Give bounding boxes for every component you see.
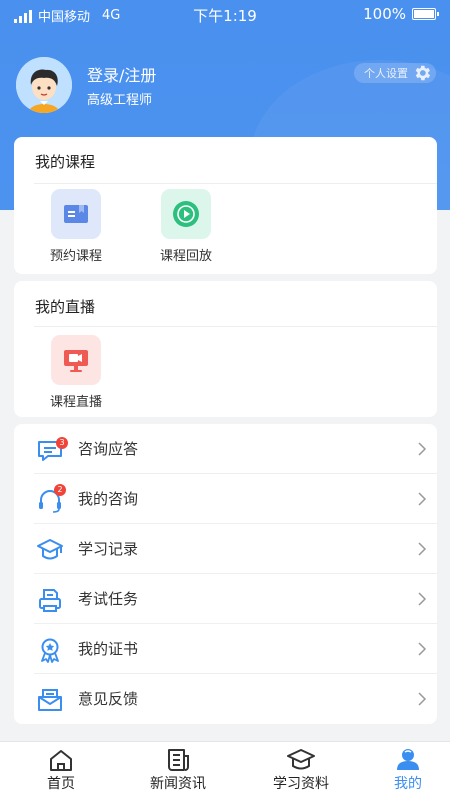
tab-news[interactable]: 新闻资讯 xyxy=(122,742,234,800)
menu-item-study-records[interactable]: 学习记录 xyxy=(14,524,437,574)
menu-label: 咨询应答 xyxy=(78,440,139,458)
bottom-tab-bar: 首页 新闻资讯 学习资料 我的 xyxy=(0,741,450,800)
user-icon xyxy=(397,749,419,770)
chevron-right-icon xyxy=(418,692,427,706)
unread-badge: 3 xyxy=(56,437,68,449)
chevron-right-icon xyxy=(418,442,427,456)
chevron-right-icon xyxy=(418,592,427,606)
graduation-cap-icon xyxy=(287,749,315,770)
menu-item-my-certificates[interactable]: 我的证书 xyxy=(14,624,437,674)
tab-label: 新闻资讯 xyxy=(150,776,206,792)
personal-settings-button[interactable]: 个人设置 xyxy=(354,63,436,83)
printer-icon xyxy=(39,589,61,612)
chevron-right-icon xyxy=(418,642,427,656)
divider xyxy=(34,326,437,327)
menu-label: 考试任务 xyxy=(78,590,139,608)
tab-label: 学习资料 xyxy=(273,776,329,792)
certificate-icon xyxy=(41,638,59,663)
card-title-courses: 我的课程 xyxy=(35,153,96,171)
menu-item-consult-answers[interactable]: 3 咨询应答 xyxy=(14,424,437,474)
menu-item-my-consultation[interactable]: 2 我的咨询 xyxy=(14,474,437,524)
user-title: 高级工程师 xyxy=(87,93,153,108)
tile-label: 预约课程 xyxy=(49,249,102,264)
menu-label: 我的咨询 xyxy=(78,490,139,508)
tab-label: 我的 xyxy=(394,776,422,792)
graduation-cap-icon xyxy=(37,539,63,560)
menu-item-exam-tasks[interactable]: 考试任务 xyxy=(14,574,437,624)
menu-label: 学习记录 xyxy=(78,540,139,558)
chevron-right-icon xyxy=(418,542,427,556)
mail-icon xyxy=(38,689,62,711)
tab-home[interactable]: 首页 xyxy=(5,742,117,800)
tab-me[interactable]: 我的 xyxy=(352,742,450,800)
chevron-right-icon xyxy=(418,492,427,506)
status-bar: 中国移动 4G 下午1:19 100% xyxy=(0,0,450,30)
tile-course-live[interactable]: 课程直播 xyxy=(31,335,121,410)
news-icon xyxy=(168,749,189,771)
tile-label: 课程直播 xyxy=(49,395,102,410)
avatar[interactable] xyxy=(16,57,72,113)
menu-label: 意见反馈 xyxy=(78,690,139,708)
settings-label: 个人设置 xyxy=(364,67,408,80)
divider xyxy=(34,183,437,184)
gear-icon xyxy=(415,65,431,81)
menu-item-feedback[interactable]: 意见反馈 xyxy=(14,674,437,724)
tile-label: 课程回放 xyxy=(159,249,212,264)
play-icon xyxy=(161,189,211,239)
home-icon xyxy=(50,750,72,771)
book-icon xyxy=(51,189,101,239)
my-courses-card: 我的课程 预约课程 课程回放 xyxy=(14,137,437,274)
battery-icon xyxy=(412,8,439,20)
my-live-card: 我的直播 课程直播 xyxy=(14,281,437,417)
tile-reserved-courses[interactable]: 预约课程 xyxy=(31,189,121,264)
battery-text: 100% xyxy=(363,5,406,23)
login-register-link[interactable]: 登录/注册 xyxy=(87,62,156,86)
tile-course-replay[interactable]: 课程回放 xyxy=(141,189,231,264)
tab-label: 首页 xyxy=(47,776,75,792)
card-title-live: 我的直播 xyxy=(35,298,96,316)
unread-badge: 2 xyxy=(54,484,66,496)
live-camera-icon xyxy=(51,335,101,385)
menu-list: 3 咨询应答 2 我的咨询 学习记录 考试任务 我的证书 意见反馈 xyxy=(14,424,437,724)
tab-study-materials[interactable]: 学习资料 xyxy=(245,742,357,800)
menu-label: 我的证书 xyxy=(78,640,139,658)
